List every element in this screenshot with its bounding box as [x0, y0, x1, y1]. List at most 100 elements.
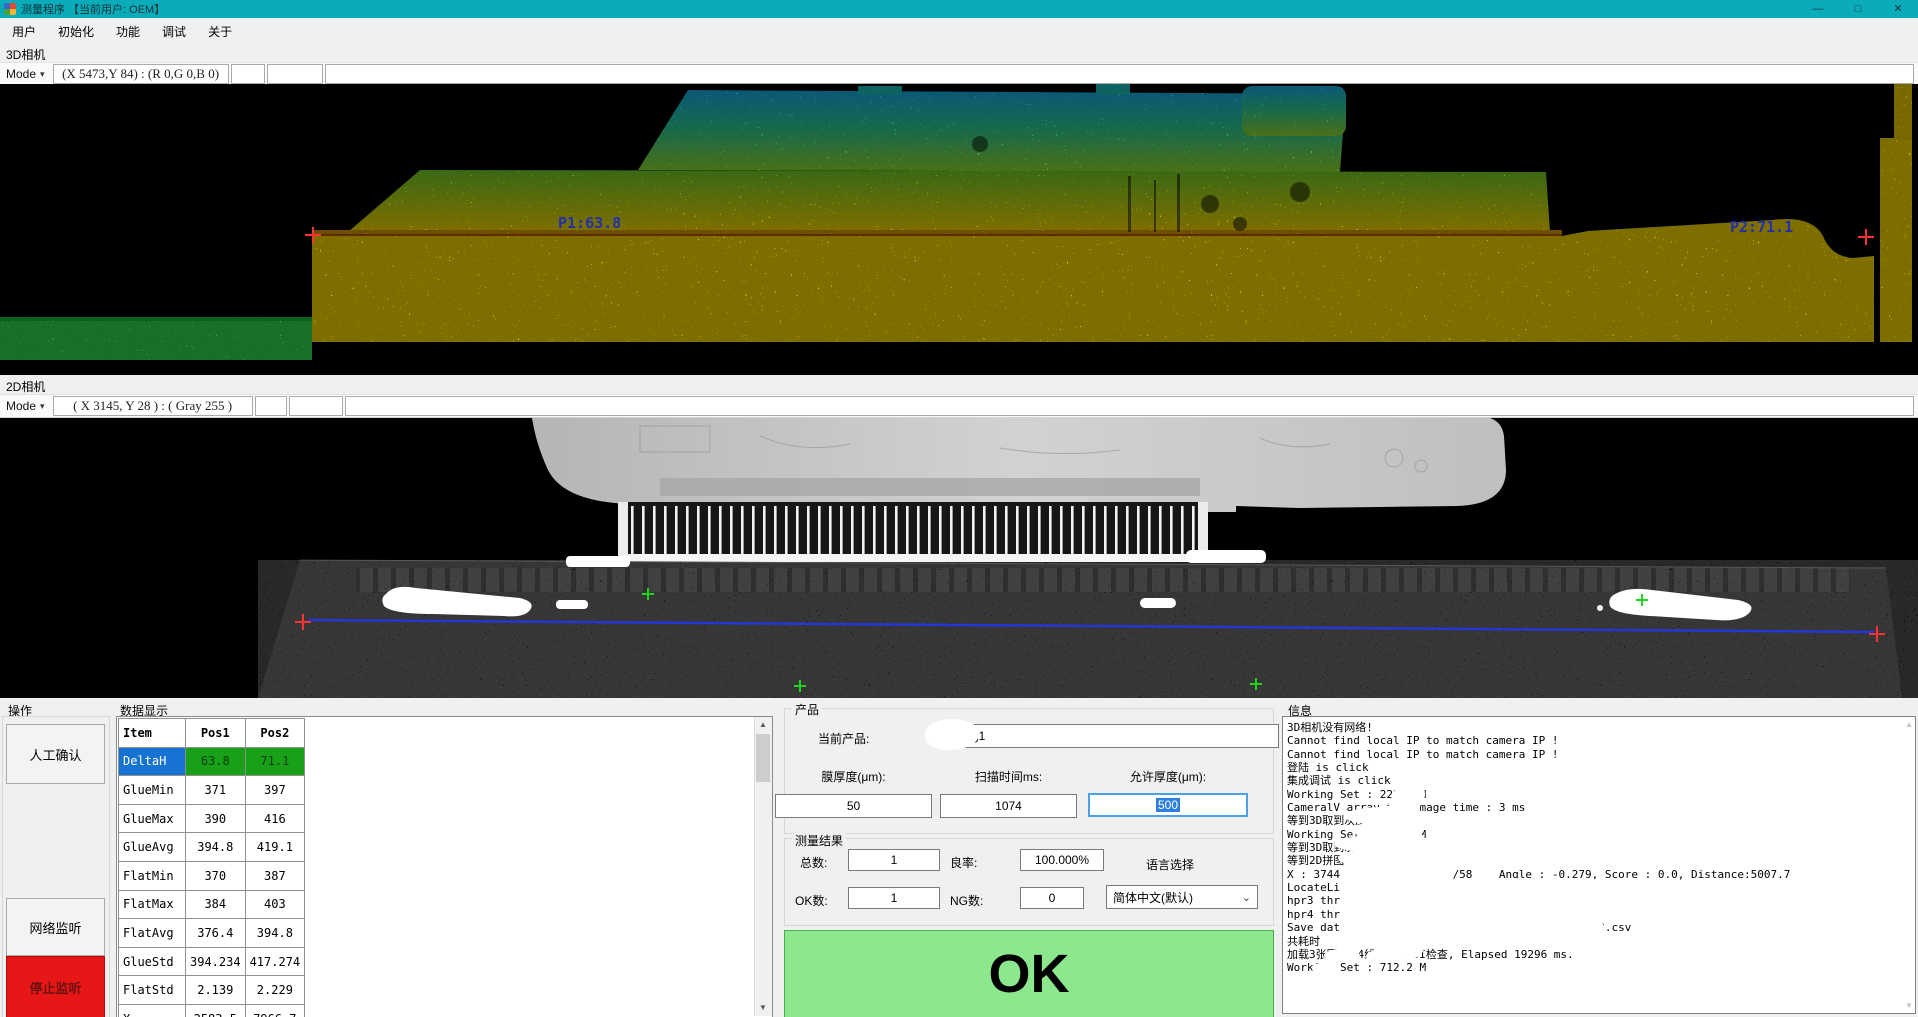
allowed-thickness-label: 允许厚度(μm):: [1088, 768, 1248, 785]
cell-pos1: 370: [186, 861, 246, 890]
table-row[interactable]: DeltaH63.871.1: [119, 747, 305, 776]
ok-count-label: OK数:: [795, 892, 828, 909]
language-dropdown[interactable]: 简体中文(默认) ⌄: [1106, 885, 1258, 909]
readout-cell: [267, 64, 323, 84]
allowed-thickness-input[interactable]: 500: [1088, 793, 1248, 817]
readout-cell: [325, 64, 1914, 84]
ng-count-input[interactable]: 0: [1020, 887, 1084, 909]
log-line: 集成调试 is click: [1287, 774, 1897, 787]
height-map-3d[interactable]: P1:63.8 P2:71.1: [0, 84, 1918, 375]
close-button[interactable]: ✕: [1878, 0, 1918, 18]
log-line: Cannot find local IP to match camera IP …: [1287, 748, 1897, 761]
cell-item: FlatStd: [119, 976, 186, 1005]
cell-pos1: 63.8: [186, 747, 246, 776]
cell-pos1: 2583.5: [186, 1004, 246, 1017]
column-header: Pos1: [186, 719, 246, 748]
log-line: LocateLi st : 0: [1287, 881, 1897, 894]
cell-pos2: 394.8: [245, 919, 305, 948]
film-thickness-input[interactable]: 50: [775, 794, 932, 818]
p2-marker-label: P2:71.1: [1730, 218, 1793, 236]
mode-dropdown-2d[interactable]: Mode ▾: [0, 395, 51, 417]
table-row[interactable]: FlatMin370387: [119, 861, 305, 890]
table-scrollbar[interactable]: ▲ ▼: [754, 717, 772, 1016]
ok-count-input[interactable]: 1: [848, 887, 940, 909]
camera3d-toolstrip: Mode ▾ (X 5473,Y 84) : (R 0,G 0,B 0): [0, 62, 1918, 86]
current-product-input[interactable]: g1: [935, 724, 1279, 748]
table-row[interactable]: GlueMax390416: [119, 804, 305, 833]
log-line: Save dat 9110233.csv: [1287, 921, 1897, 934]
log-line: Working Set : 421.0 M: [1287, 828, 1897, 841]
current-product-label: 当前产品:: [818, 730, 869, 747]
pixel-readout-2d: ( X 3145, Y 28 ) : ( Gray 255 ): [53, 396, 253, 416]
network-listen-button[interactable]: 网络监听: [6, 898, 105, 956]
total-count-input[interactable]: 1: [848, 849, 940, 871]
maximize-button[interactable]: □: [1838, 0, 1878, 18]
scroll-down-icon[interactable]: ▼: [755, 1000, 771, 1016]
cell-pos1: 384: [186, 890, 246, 919]
menu-item-4[interactable]: 关于: [198, 19, 242, 44]
info-log[interactable]: 3D相机没有网络!Cannot find local IP to match c…: [1282, 716, 1916, 1014]
table-row[interactable]: GlueMin371397: [119, 776, 305, 805]
data-table: ItemPos1Pos2DeltaH63.871.1GlueMin371397G…: [118, 718, 305, 1017]
table-row[interactable]: GlueStd394.234417.274: [119, 947, 305, 976]
log-lines: 3D相机没有网络!Cannot find local IP to match c…: [1287, 721, 1897, 975]
menu-bar: 用户初始化功能调试关于: [0, 18, 1918, 45]
cell-pos2: 397: [245, 776, 305, 805]
grayscale-image-2d[interactable]: [0, 418, 1918, 698]
stop-listen-button[interactable]: 停止监听: [6, 956, 105, 1017]
cell-pos1: 2.139: [186, 976, 246, 1005]
table-row[interactable]: FlatMax384403: [119, 890, 305, 919]
total-label: 总数:: [800, 854, 827, 871]
app-icon: [4, 3, 16, 15]
scroll-up-icon[interactable]: ▲: [1905, 720, 1913, 729]
scroll-down-icon[interactable]: ▼: [1905, 1001, 1913, 1010]
yield-input[interactable]: 100.000%: [1020, 849, 1104, 871]
log-line: 共耗时: [1287, 935, 1897, 948]
window-title: 测量程序 【当前用户: OEM】: [21, 1, 165, 17]
table-row[interactable]: GlueAvg394.8419.1: [119, 833, 305, 862]
cell-pos2: 2.229: [245, 976, 305, 1005]
log-line: 等到3D取到灰度图数据。: [1287, 841, 1897, 854]
scrollbar-thumb[interactable]: [756, 734, 770, 782]
result-status-box: OK: [784, 930, 1274, 1017]
chevron-down-icon: ▾: [40, 401, 45, 412]
chevron-down-icon: ⌄: [1242, 891, 1251, 904]
minimize-button[interactable]: —: [1798, 0, 1838, 18]
manual-confirm-button[interactable]: 人工确认: [6, 724, 105, 784]
log-line: 等到3D取到灰度图数据。: [1287, 814, 1897, 827]
table-row[interactable]: FlatStd2.1392.229: [119, 976, 305, 1005]
log-line: Working Set : 712.2 M: [1287, 961, 1897, 974]
log-line: X : 3744 /58 Angle : -0.279, Score : 0.0…: [1287, 868, 1897, 881]
log-line: 3D相机没有网络!: [1287, 721, 1897, 734]
menu-item-2[interactable]: 功能: [106, 19, 150, 44]
cell-item: GlueMax: [119, 804, 186, 833]
cell-pos1: 371: [186, 776, 246, 805]
camera3d-label: 3D相机: [6, 46, 45, 63]
cell-pos2: 403: [245, 890, 305, 919]
app-window: 测量程序 【当前用户: OEM】 — □ ✕ 用户初始化功能调试关于 3D相机 …: [0, 0, 1918, 1017]
results-title: 测量结果: [792, 832, 846, 849]
log-line: Working Set : 223.2 M: [1287, 788, 1897, 801]
table-row[interactable]: X2583.57966.7: [119, 1004, 305, 1017]
cell-pos2: 416: [245, 804, 305, 833]
menu-item-0[interactable]: 用户: [2, 19, 46, 44]
cell-pos1: 394.8: [186, 833, 246, 862]
scan-time-input[interactable]: 1074: [940, 794, 1077, 818]
cell-item: FlatMin: [119, 861, 186, 890]
cell-item: FlatAvg: [119, 919, 186, 948]
menu-item-3[interactable]: 调试: [152, 19, 196, 44]
table-row[interactable]: FlatAvg376.4394.8: [119, 919, 305, 948]
cell-pos2: 419.1: [245, 833, 305, 862]
film-thickness-label: 膜厚度(μm):: [775, 768, 932, 785]
cell-pos1: 394.234: [186, 947, 246, 976]
menu-item-1[interactable]: 初始化: [48, 19, 104, 44]
scroll-up-icon[interactable]: ▲: [755, 717, 771, 733]
chevron-down-icon: ▾: [40, 69, 45, 80]
readout-cell: [255, 396, 287, 416]
readout-cell: [231, 64, 265, 84]
cell-pos2: 387: [245, 861, 305, 890]
log-line: CameralV array to HImage time : 3 ms: [1287, 801, 1897, 814]
log-line: Cannot find local IP to match camera IP …: [1287, 734, 1897, 747]
camera2d-label: 2D相机: [6, 378, 45, 395]
mode-dropdown-3d[interactable]: Mode ▾: [0, 63, 51, 85]
